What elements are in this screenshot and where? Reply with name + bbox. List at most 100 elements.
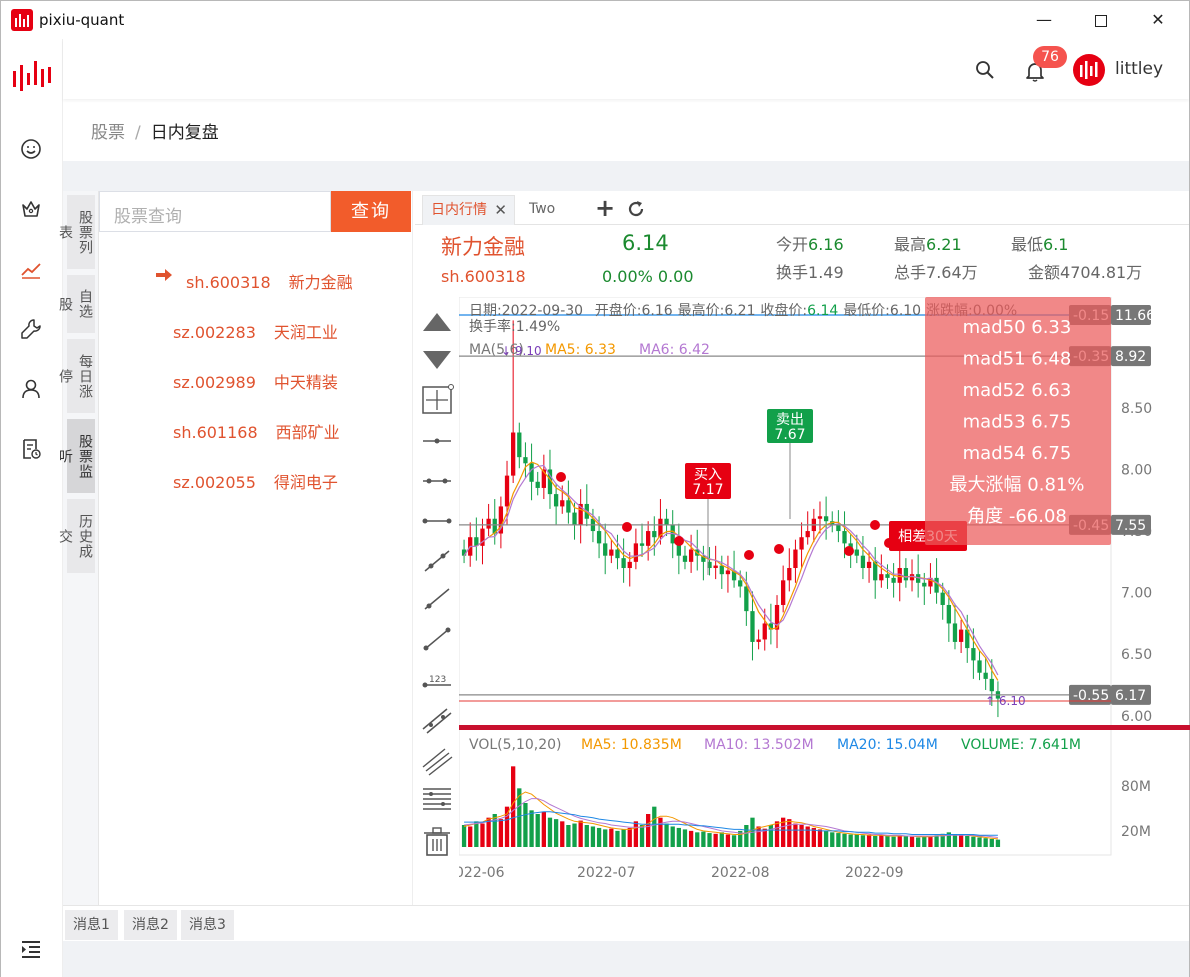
stats-row: 最大涨幅 0.81% xyxy=(950,475,1085,496)
tab-bar: 日内行情 ✕ Two + xyxy=(415,191,1189,225)
stock-item[interactable]: sz.002055 得润电子 xyxy=(173,469,338,493)
candle-body xyxy=(989,678,994,692)
stock-code: sz.002283 xyxy=(173,323,256,342)
volume-bar xyxy=(596,827,602,847)
volume-bar xyxy=(756,826,761,847)
scroll-up-icon[interactable] xyxy=(423,313,451,331)
candle-body xyxy=(793,549,798,569)
buy-price: 7.17 xyxy=(692,482,723,498)
candle-body xyxy=(879,574,884,581)
candle-body xyxy=(639,543,645,546)
parallel-lines-icon[interactable] xyxy=(422,708,452,734)
candle-body xyxy=(603,543,608,556)
ray-line-icon[interactable] xyxy=(424,588,450,610)
vtab-daily-limit-up[interactable]: 每日涨停 xyxy=(57,339,95,413)
price-label-icon[interactable]: 123 xyxy=(422,675,452,688)
candle-body xyxy=(934,577,939,593)
refresh-icon[interactable] xyxy=(626,199,646,219)
search-button[interactable]: 查询 xyxy=(331,191,411,232)
candle-body xyxy=(609,549,614,556)
volume-bar xyxy=(879,835,884,847)
vol-tick-label: 20M xyxy=(1121,824,1151,840)
close-window-button[interactable]: ✕ xyxy=(1135,6,1181,34)
message-tab[interactable]: 消息2 xyxy=(124,910,177,940)
horizontal-segment-icon[interactable] xyxy=(423,478,451,484)
vtab-watchlist[interactable]: 自选股 xyxy=(57,275,95,333)
message-tab[interactable]: 消息1 xyxy=(65,910,118,940)
horizontal-line-icon[interactable] xyxy=(423,438,451,444)
volume-bar xyxy=(523,803,528,847)
trend-chart-icon[interactable] xyxy=(19,257,43,281)
brand-logo-icon xyxy=(13,61,51,91)
stock-search-input[interactable]: 股票查询 xyxy=(99,191,331,232)
segment-line-icon[interactable] xyxy=(423,627,451,651)
trend-line-icon[interactable] xyxy=(424,550,450,572)
candle-body xyxy=(750,611,755,642)
quote-turnover: 换手1.49 xyxy=(776,263,844,282)
volume-bar xyxy=(983,838,988,847)
avatar[interactable] xyxy=(1073,54,1105,86)
stock-item[interactable]: sh.601168 西部矿业 xyxy=(173,419,340,443)
smile-icon[interactable] xyxy=(19,137,43,161)
stock-item[interactable]: sz.002283 天润工业 xyxy=(173,319,338,343)
user-icon[interactable] xyxy=(19,377,43,401)
tab-two[interactable]: Two xyxy=(521,195,563,225)
app-window: pixiu-quant — ✕ 76 littley 股票 / 日内复盘 股票列… xyxy=(0,0,1190,977)
selected-arrow-icon xyxy=(156,269,172,281)
vtab-trade-history[interactable]: 历史成交 xyxy=(57,499,95,573)
window-title: pixiu-quant xyxy=(39,11,125,29)
quote-total-volume: 总手7.64万 xyxy=(894,263,978,282)
quote-stock-code: sh.600318 xyxy=(441,267,526,286)
candle-body xyxy=(842,531,847,544)
horizontal-ray-icon[interactable] xyxy=(422,518,452,524)
search-icon[interactable] xyxy=(974,59,996,81)
minimize-button[interactable]: — xyxy=(1021,6,1067,34)
kline-chart[interactable]: 8.508.007.507.006.506.00-0.1511.66-0.358… xyxy=(459,297,1190,887)
turnover-rate: 换手率:1.49% xyxy=(469,318,560,335)
volume-bar xyxy=(713,833,718,847)
volume-bar xyxy=(480,823,485,847)
candle-body xyxy=(787,568,792,581)
stock-item[interactable]: sh.600318 新力金融 xyxy=(186,269,353,293)
volume-bar xyxy=(817,829,823,847)
price-channel-icon[interactable] xyxy=(423,788,451,810)
breadcrumb-section[interactable]: 股票 xyxy=(91,123,125,143)
signal-dot xyxy=(556,472,566,482)
volume-bar xyxy=(891,836,896,847)
fibonacci-lines-icon[interactable] xyxy=(422,748,453,776)
document-clock-icon[interactable] xyxy=(19,437,43,461)
scroll-down-icon[interactable] xyxy=(423,351,451,369)
crown-icon[interactable] xyxy=(19,197,43,221)
maximize-button[interactable] xyxy=(1078,6,1124,34)
collapse-menu-icon[interactable] xyxy=(19,937,43,961)
info-field: 日期:2022-09-30 xyxy=(469,303,583,319)
volume-bar xyxy=(903,836,909,847)
wrench-icon[interactable] xyxy=(19,317,43,341)
volume-bar xyxy=(793,823,798,847)
candle-body xyxy=(633,543,639,562)
volume-bar xyxy=(768,825,774,847)
volume-bar xyxy=(848,834,853,847)
candle-body xyxy=(725,570,731,575)
trash-icon[interactable] xyxy=(424,827,450,856)
vtab-stock-monitor[interactable]: 股票监听 xyxy=(57,419,95,493)
tab-intraday[interactable]: 日内行情 ✕ xyxy=(422,195,515,225)
signal-dot xyxy=(844,546,854,556)
volume-bar xyxy=(916,837,921,847)
candle-body xyxy=(535,481,540,488)
svg-text:123: 123 xyxy=(429,675,446,685)
low-marker: ↑ 6.10 xyxy=(985,694,1026,708)
username[interactable]: littley xyxy=(1115,59,1163,79)
ma5-legend: MA5: 6.33 xyxy=(545,342,616,358)
vtab-stock-list[interactable]: 股票列表 xyxy=(57,195,95,269)
volume-bar xyxy=(860,835,866,847)
tab-close-icon[interactable]: ✕ xyxy=(494,196,507,224)
signal-dot xyxy=(870,520,880,530)
stock-item[interactable]: sz.002989 中天精装 xyxy=(173,369,338,393)
add-tab-icon[interactable]: + xyxy=(595,196,615,220)
message-tab[interactable]: 消息3 xyxy=(181,910,234,940)
candle-body xyxy=(903,568,909,581)
candle-body xyxy=(977,660,982,673)
crosshair-icon[interactable] xyxy=(422,384,454,414)
volume-bar xyxy=(615,830,620,847)
